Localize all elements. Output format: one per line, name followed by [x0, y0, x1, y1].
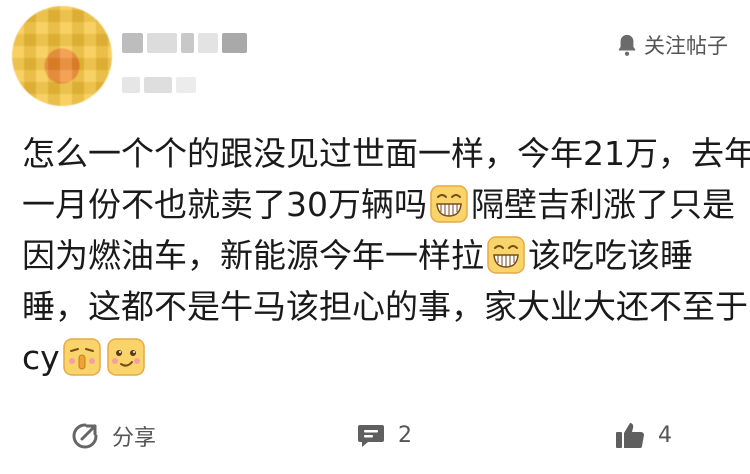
share-icon [72, 423, 98, 449]
avatar[interactable] [12, 6, 112, 106]
post-line: 因为燃油车，新能源今年一样拉 该吃吃该睡 [22, 230, 728, 281]
comment-button[interactable]: 2 [356, 420, 412, 450]
post-line: 一月份不也就卖了30万辆吗 隔壁吉利涨了只是 [22, 179, 735, 230]
post-meta-blurred [122, 75, 202, 95]
grin-emoji [430, 185, 468, 223]
share-button[interactable]: 分享 [70, 420, 156, 452]
follow-post-label: 关注帖子 [644, 34, 728, 58]
post-content: 怎么一个个的跟没见过世面一样，今年21万，去年 一月份不也就卖了30万辆吗 隔壁… [22, 128, 750, 383]
thumbs-up-icon [616, 423, 644, 448]
post-line: cy [22, 332, 728, 383]
post-text: 一月份不也就卖了30万辆吗 [22, 185, 427, 224]
post-line: 怎么一个个的跟没见过世面一样，今年21万，去年 [22, 134, 750, 173]
like-count: 4 [658, 422, 672, 448]
shh-emoji [62, 338, 101, 376]
smirk-emoji [106, 338, 145, 376]
username-blurred[interactable] [122, 30, 247, 56]
share-label: 分享 [112, 426, 157, 451]
bell-icon [618, 34, 636, 56]
like-button[interactable]: 4 [614, 420, 672, 450]
post-text: cy [22, 338, 60, 377]
post-card: 关注帖子 怎么一个个的跟没见过世面一样，今年21万，去年 一月份不也就卖了30万… [0, 0, 750, 474]
post-actions: 分享 2 4 [0, 412, 750, 462]
post-text: 因为燃油车，新能源今年一样拉 [22, 236, 484, 275]
post-text: 隔壁吉利涨了只是 [471, 185, 735, 224]
comment-icon [358, 425, 384, 447]
grin-emoji [487, 236, 525, 274]
post-text: 该吃吃该睡 [528, 236, 693, 275]
comment-count: 2 [398, 422, 412, 448]
post-line: 睡，这都不是牛马该担心的事，家大业大还不至于 [22, 287, 748, 326]
follow-post-button[interactable]: 关注帖子 [616, 30, 728, 60]
